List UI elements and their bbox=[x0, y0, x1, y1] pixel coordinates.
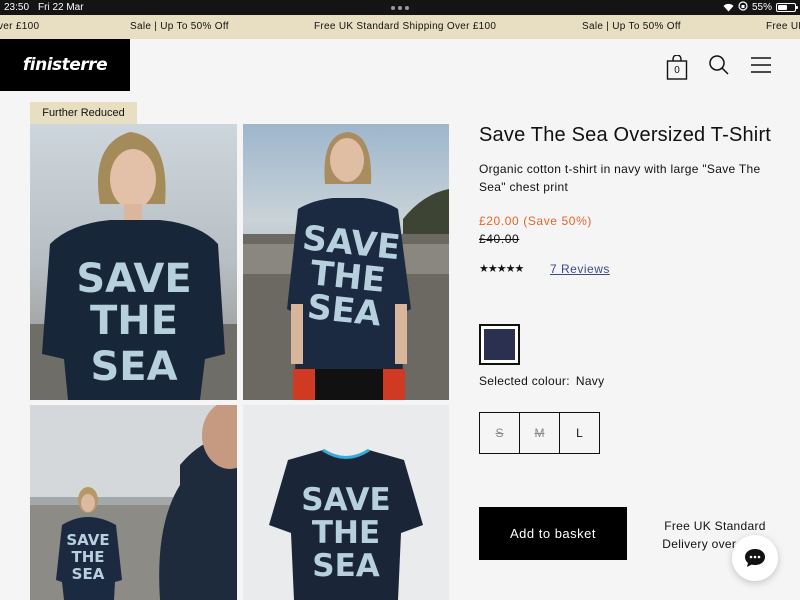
promo-ticker[interactable]: ver £100 Sale | Up To 50% Off Free UK St… bbox=[0, 15, 800, 39]
size-option-l[interactable]: L bbox=[559, 412, 600, 454]
swatch-fill bbox=[484, 329, 515, 360]
size-option-m[interactable]: M bbox=[519, 412, 560, 454]
star-rating[interactable]: ★★★★★ bbox=[479, 262, 525, 275]
svg-text:SAVE: SAVE bbox=[66, 531, 109, 549]
star-icon: ★ bbox=[479, 263, 489, 275]
product-description: Organic cotton t-shirt in navy with larg… bbox=[479, 162, 761, 194]
promo-item[interactable]: Sale | Up To 50% Off bbox=[130, 21, 229, 32]
status-time: 23:50 bbox=[4, 2, 30, 13]
basket-count: 0 bbox=[674, 65, 680, 76]
site-logo[interactable]: finisterre bbox=[0, 39, 130, 91]
shipping-line: Free UK Standard bbox=[664, 519, 766, 533]
shirt-print-line: SAVE bbox=[76, 256, 191, 302]
menu-icon bbox=[751, 57, 771, 73]
multitasking-dots[interactable] bbox=[391, 6, 409, 10]
product-image-front[interactable]: SAVE THE SEA bbox=[30, 124, 237, 400]
promo-item[interactable]: ver £100 bbox=[0, 21, 39, 32]
product-image-flatlay[interactable]: SAVE THE SEA bbox=[243, 405, 449, 600]
menu-button[interactable] bbox=[751, 57, 771, 78]
wifi-icon bbox=[723, 3, 734, 12]
shirt-print-line: THE bbox=[312, 515, 380, 551]
star-icon: ★ bbox=[505, 263, 516, 275]
selected-colour-label: Selected colour: bbox=[479, 374, 570, 388]
promo-item[interactable]: Sale | Up To 50% Off bbox=[582, 21, 681, 32]
star-icon: ★ bbox=[487, 263, 498, 275]
chat-icon bbox=[745, 549, 765, 567]
product-image-lifestyle[interactable]: SAVE THE SEA bbox=[30, 405, 237, 600]
sale-price: £20.00 (Save 50%) bbox=[479, 214, 592, 228]
svg-text:THE: THE bbox=[71, 548, 104, 566]
product-title: Save The Sea Oversized T-Shirt bbox=[479, 124, 772, 146]
promo-item[interactable]: Free UK Standard Shipping Over £100 bbox=[314, 21, 496, 32]
battery-icon bbox=[776, 3, 798, 12]
promo-item[interactable]: Free UK bbox=[766, 21, 800, 32]
size-option-s[interactable]: S bbox=[479, 412, 520, 454]
selected-colour-value: Navy bbox=[575, 374, 605, 388]
selected-colour: Selected colour: Navy bbox=[479, 374, 604, 388]
shirt-print-line: SEA bbox=[305, 287, 383, 335]
battery-percentage: 55% bbox=[751, 2, 772, 13]
star-icon: ★ bbox=[496, 263, 507, 275]
status-bar: 23:50 Fri 22 Mar 55% bbox=[0, 0, 800, 15]
orientation-lock-icon bbox=[738, 1, 748, 14]
svg-text:SEA: SEA bbox=[72, 565, 105, 583]
original-price: £40.00 bbox=[479, 232, 520, 246]
shirt-print-line: SEA bbox=[90, 344, 177, 390]
add-to-basket-button[interactable]: Add to basket bbox=[479, 507, 627, 560]
shirt-print-line: THE bbox=[90, 298, 178, 344]
status-date: Fri 22 Mar bbox=[38, 2, 84, 13]
shirt-print-line: SAVE bbox=[301, 482, 390, 518]
product-image-beach[interactable]: SAVE THE SEA bbox=[243, 124, 449, 400]
shirt-print-line: SEA bbox=[312, 548, 380, 584]
search-icon bbox=[709, 55, 729, 75]
colour-swatch-navy[interactable] bbox=[479, 324, 520, 365]
star-icon: ★ bbox=[514, 263, 525, 275]
reviews-link[interactable]: 7 Reviews bbox=[550, 262, 610, 276]
chat-button[interactable] bbox=[732, 535, 778, 581]
search-button[interactable] bbox=[709, 55, 729, 80]
size-selector: S M L bbox=[479, 412, 600, 454]
site-header: finisterre 0 bbox=[0, 39, 800, 91]
basket-button[interactable]: 0 bbox=[666, 54, 688, 80]
further-reduced-badge: Further Reduced bbox=[30, 102, 137, 124]
